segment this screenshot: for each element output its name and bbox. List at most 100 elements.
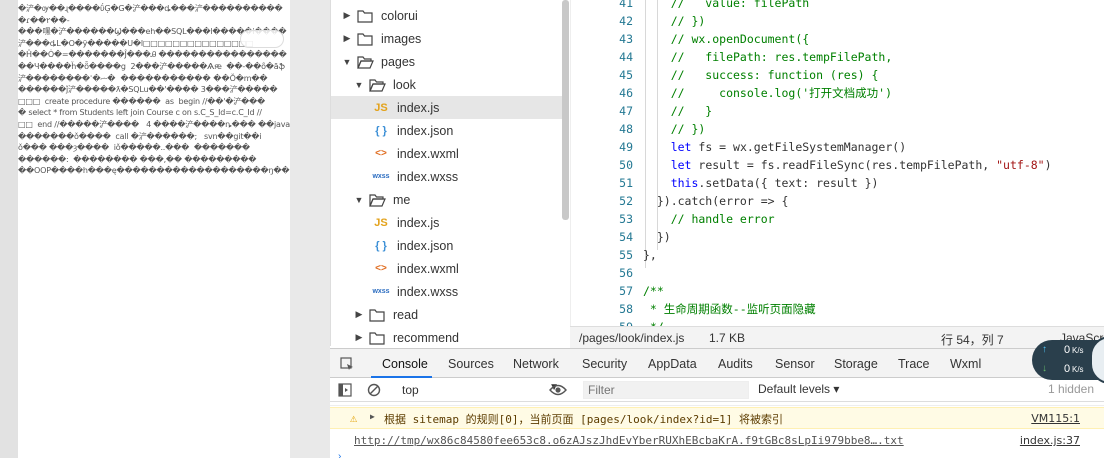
code-line[interactable]: 51 this.setData({ text: result }) bbox=[571, 174, 1104, 192]
folder-icon bbox=[369, 308, 385, 322]
folder-open-icon bbox=[357, 55, 374, 69]
log-levels-dropdown[interactable]: Default levels ▾ bbox=[758, 382, 839, 396]
line-number: 44 bbox=[619, 50, 633, 64]
code-line[interactable]: 45 // success: function (res) { bbox=[571, 66, 1104, 84]
line-number: 43 bbox=[619, 32, 633, 46]
file-row[interactable]: { } index.json bbox=[331, 234, 563, 257]
log-source-link[interactable]: index.js:37 bbox=[1020, 434, 1080, 447]
tab-network[interactable]: Network bbox=[513, 357, 559, 371]
clear-console-icon[interactable] bbox=[367, 383, 381, 397]
tree-item-label: index.wxml bbox=[397, 261, 459, 276]
code-text: // }) bbox=[643, 122, 706, 136]
code-line[interactable]: 55}, bbox=[571, 246, 1104, 264]
code-line[interactable]: 57 /** bbox=[571, 282, 1104, 300]
tab-sensor[interactable]: Sensor bbox=[775, 357, 815, 371]
log-file-link[interactable]: http://tmp/wx86c84580fee653c8.o6zAJszJhd… bbox=[354, 434, 904, 447]
code-text: }, bbox=[643, 248, 657, 262]
eye-icon[interactable] bbox=[549, 383, 567, 397]
simulator-garbled-text: �浐�ѹ��ɻ����ΰĢ�G�浐���ȡ���浐�����������ɾ��٢… bbox=[18, 4, 290, 176]
folder-open-icon bbox=[369, 193, 386, 207]
tab-appdata[interactable]: AppData bbox=[648, 357, 697, 371]
hidden-messages-count: 1 hidden bbox=[1047, 382, 1094, 396]
tab-audits[interactable]: Audits bbox=[718, 357, 753, 371]
code-line[interactable]: 44 // filePath: res.tempFilePath, bbox=[571, 48, 1104, 66]
code-line[interactable]: 41 // value: filePath bbox=[571, 0, 1104, 12]
file-row[interactable]: JS index.js bbox=[331, 211, 563, 234]
inspect-element-icon[interactable] bbox=[340, 357, 354, 371]
chevron-right-icon[interactable]: ▶ bbox=[353, 309, 365, 320]
code-editor[interactable]: 41 // value: filePath 42 // }) 43 // wx.op… bbox=[570, 0, 1104, 326]
folder-row-read[interactable]: ▶ read bbox=[331, 303, 563, 326]
code-line[interactable]: 42 // }) bbox=[571, 12, 1104, 30]
folder-row-colorui[interactable]: ▶ colorui bbox=[331, 4, 563, 27]
chevron-right-icon[interactable]: ▶ bbox=[353, 332, 365, 343]
folder-row-pages[interactable]: ▼ pages bbox=[331, 50, 563, 73]
editor-status-bar: /pages/look/index.js 1.7 KB 行 54，列 7 Jav… bbox=[570, 326, 1104, 348]
code-line[interactable]: 58 * 生命周期函数--监听页面隐藏 bbox=[571, 300, 1104, 318]
console-toolbar: top ▼ Default levels ▾ 1 hidden bbox=[330, 378, 1104, 402]
code-line[interactable]: 47 // } bbox=[571, 102, 1104, 120]
json-file-icon: { } bbox=[375, 124, 387, 137]
tree-item-label: index.wxml bbox=[397, 146, 459, 161]
folder-row-images[interactable]: ▶ images bbox=[331, 27, 563, 50]
simulator-margin bbox=[0, 0, 18, 458]
json-file-icon: { } bbox=[375, 239, 387, 252]
code-line[interactable]: 49 let fs = wx.getFileSystemManager() bbox=[571, 138, 1104, 156]
context-selector[interactable]: top ▼ bbox=[393, 381, 559, 399]
wxss-file-icon: wxss bbox=[372, 173, 390, 180]
file-row[interactable]: JS index.js bbox=[331, 96, 563, 119]
code-text: // success: function (res) { bbox=[643, 68, 879, 82]
status-cursor-position[interactable]: 行 54，列 7 bbox=[941, 331, 1004, 348]
folder-row-look[interactable]: ▼ look bbox=[331, 73, 563, 96]
tree-item-label: me bbox=[393, 192, 411, 207]
code-text: }) bbox=[643, 230, 671, 244]
code-line[interactable]: 54 }) bbox=[571, 228, 1104, 246]
code-line[interactable]: 53 // handle error bbox=[571, 210, 1104, 228]
chevron-down-icon[interactable]: ▼ bbox=[353, 195, 365, 205]
code-line[interactable]: 50 let result = fs.readFileSync(res.temp… bbox=[571, 156, 1104, 174]
tab-storage[interactable]: Storage bbox=[834, 357, 878, 371]
code-text: // value: filePath bbox=[643, 0, 810, 10]
line-number: 47 bbox=[619, 104, 633, 118]
code-line[interactable]: 48 // }) bbox=[571, 120, 1104, 138]
file-tree-scrollbar[interactable] bbox=[562, 0, 569, 220]
code-line[interactable]: 52 }).catch(error => { bbox=[571, 192, 1104, 210]
upload-speed: 0 bbox=[1064, 344, 1071, 356]
folder-row-me[interactable]: ▼ me bbox=[331, 188, 563, 211]
tab-sources[interactable]: Sources bbox=[448, 357, 494, 371]
console-previous-row bbox=[330, 402, 1104, 406]
tree-item-label: recommend bbox=[393, 330, 459, 345]
tree-item-label: index.js bbox=[397, 100, 440, 115]
chevron-right-icon[interactable]: ▶ bbox=[341, 33, 353, 44]
code-line[interactable]: 46 // console.log('打开文档成功') bbox=[571, 84, 1104, 102]
console-filter-input[interactable] bbox=[583, 381, 749, 399]
simulator-screen[interactable]: �浐�ѹ��ɻ����ΰĢ�G�浐���ȡ���浐�����������ɾ��٢… bbox=[18, 0, 290, 458]
chevron-down-icon[interactable]: ▼ bbox=[353, 80, 365, 90]
tab-trace[interactable]: Trace bbox=[898, 357, 930, 371]
tab-wxml[interactable]: Wxml bbox=[950, 357, 981, 371]
console-prompt-icon[interactable]: › bbox=[338, 451, 341, 458]
code-line[interactable]: 56 bbox=[571, 264, 1104, 282]
tab-console[interactable]: Console bbox=[382, 357, 428, 371]
chevron-right-icon[interactable]: ▶ bbox=[341, 10, 353, 21]
status-file-size: 1.7 KB bbox=[709, 331, 746, 345]
code-text: let fs = wx.getFileSystemManager() bbox=[670, 140, 907, 154]
code-line[interactable]: 43 // wx.openDocument({ bbox=[571, 30, 1104, 48]
code-text: let result = fs.readFileSync(res.tempFil… bbox=[670, 158, 1052, 172]
file-row[interactable]: <> index.wxml bbox=[331, 257, 563, 280]
expand-arrow-icon[interactable]: ▶ bbox=[370, 412, 375, 421]
sidebar-toggle-icon[interactable] bbox=[338, 383, 352, 397]
file-row[interactable]: { } index.json bbox=[331, 119, 563, 142]
tab-security[interactable]: Security bbox=[582, 357, 627, 371]
folder-row-recommend[interactable]: ▶ recommend bbox=[331, 326, 563, 346]
code-text: // console.log('打开文档成功') bbox=[643, 86, 893, 100]
wxss-file-icon: wxss bbox=[372, 288, 390, 295]
file-row[interactable]: <> index.wxml bbox=[331, 142, 563, 165]
simulator-capsule-button[interactable] bbox=[240, 30, 284, 48]
file-row[interactable]: wxss index.wxss bbox=[331, 165, 563, 188]
code-line[interactable]: 59 */ bbox=[571, 318, 1104, 326]
chevron-down-icon[interactable]: ▼ bbox=[341, 57, 353, 67]
code-text: // }) bbox=[643, 14, 706, 28]
file-row[interactable]: wxss index.wxss bbox=[331, 280, 563, 303]
warning-source-link[interactable]: VM115:1 bbox=[1031, 412, 1080, 425]
